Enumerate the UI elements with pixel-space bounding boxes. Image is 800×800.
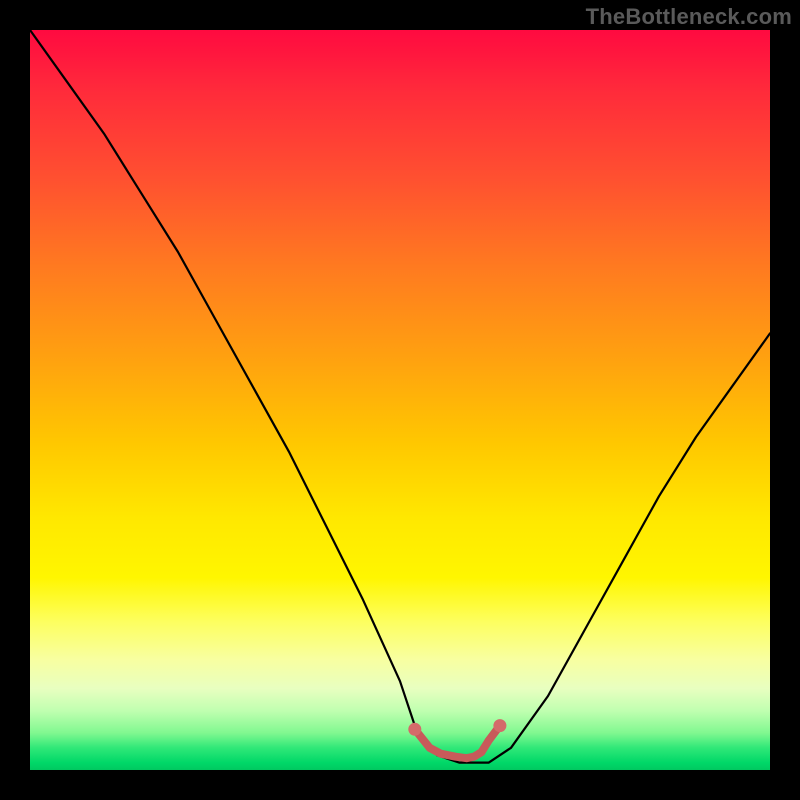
chart-svg	[30, 30, 770, 770]
watermark-text: TheBottleneck.com	[586, 4, 792, 30]
bottleneck-curve	[30, 30, 770, 763]
plot-area	[30, 30, 770, 770]
chart-container: TheBottleneck.com	[0, 0, 800, 800]
marker-dot	[408, 723, 421, 736]
marker-path	[415, 726, 500, 759]
optimal-range-markers	[408, 719, 506, 758]
marker-dot	[493, 719, 506, 732]
